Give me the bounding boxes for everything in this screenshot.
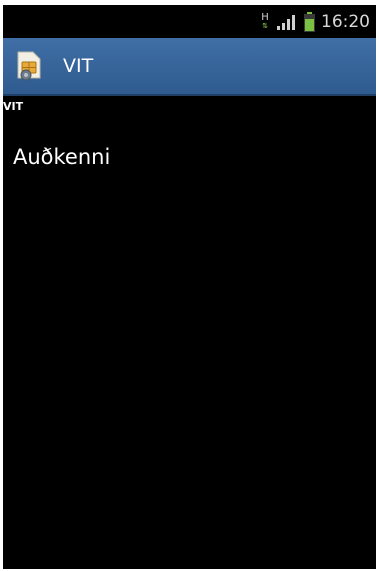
action-bar: VIT <box>3 38 376 96</box>
list-item-label: Auðkenni <box>13 145 111 169</box>
status-bar: H ⇅ 16:20 <box>3 5 376 38</box>
clock: 16:20 <box>321 11 370 32</box>
battery-icon <box>304 11 315 32</box>
status-icons: H ⇅ 16:20 <box>260 5 370 38</box>
section-header: VIT <box>3 100 24 113</box>
signal-icon <box>277 14 295 30</box>
network-type-icon: H ⇅ <box>261 11 269 30</box>
sim-card-icon[interactable] <box>13 48 47 82</box>
phone-screen: H ⇅ 16:20 VIT VIT Auðkenni <box>3 5 376 569</box>
network-type-label: H <box>261 11 269 23</box>
list-item[interactable]: Auðkenni <box>3 135 376 187</box>
action-bar-title: VIT <box>63 55 94 77</box>
